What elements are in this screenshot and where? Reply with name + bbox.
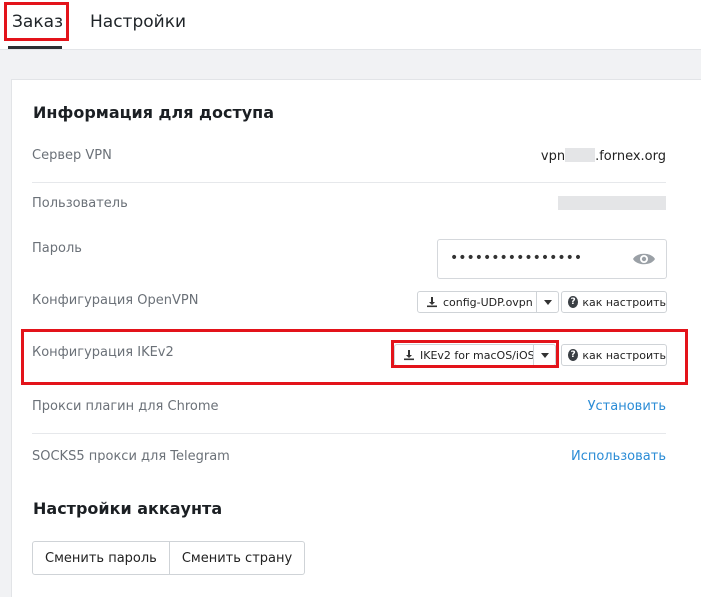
openvpn-help-label: как настроить [582, 295, 666, 309]
server-prefix: vpn [540, 149, 566, 164]
telegram-label: SOCKS5 прокси для Telegram [32, 449, 230, 464]
highlight-box-ikev2-row [21, 329, 688, 385]
password-field[interactable]: •••••••••••••••• [437, 239, 667, 279]
chrome-label: Прокси плагин для Chrome [32, 399, 219, 414]
telegram-use-link[interactable]: Использовать [571, 449, 666, 464]
password-label: Пароль [32, 241, 82, 256]
eye-icon[interactable] [632, 250, 656, 268]
user-label: Пользователь [32, 196, 128, 211]
download-icon [427, 297, 437, 308]
password-dots: •••••••••••••••• [450, 250, 583, 266]
server-suffix: .fornex.org [595, 149, 666, 164]
tab-bar: Заказ Настройки [0, 0, 701, 50]
user-value [558, 196, 666, 212]
account-button-group: Сменить пароль Сменить страну [32, 541, 306, 575]
redacted-block [558, 196, 666, 210]
change-password-button[interactable]: Сменить пароль [32, 541, 170, 575]
highlight-box-tab [4, 2, 69, 41]
server-label: Сервер VPN [32, 148, 112, 163]
active-tab-indicator [8, 46, 62, 49]
account-section-title: Настройки аккаунта [33, 499, 223, 518]
openvpn-download-button[interactable]: config-UDP.ovpn [417, 291, 559, 313]
openvpn-help-button[interactable]: ? как настроить [561, 291, 667, 313]
openvpn-dropdown-toggle[interactable] [536, 292, 558, 312]
highlight-box-ikev2-button [391, 340, 559, 368]
openvpn-label: Конфигурация OpenVPN [32, 293, 199, 308]
server-value: vpn .fornex.org [541, 148, 666, 164]
redacted-block [565, 148, 596, 162]
tab-settings[interactable]: Настройки [90, 12, 186, 32]
chrome-install-link[interactable]: Установить [588, 399, 666, 414]
divider [32, 182, 666, 183]
question-icon: ? [568, 296, 579, 308]
caret-down-icon [543, 299, 552, 305]
change-country-button[interactable]: Сменить страну [169, 541, 306, 575]
access-section-title: Информация для доступа [33, 103, 274, 122]
openvpn-file-name: config-UDP.ovpn [443, 295, 533, 309]
divider [32, 433, 666, 434]
